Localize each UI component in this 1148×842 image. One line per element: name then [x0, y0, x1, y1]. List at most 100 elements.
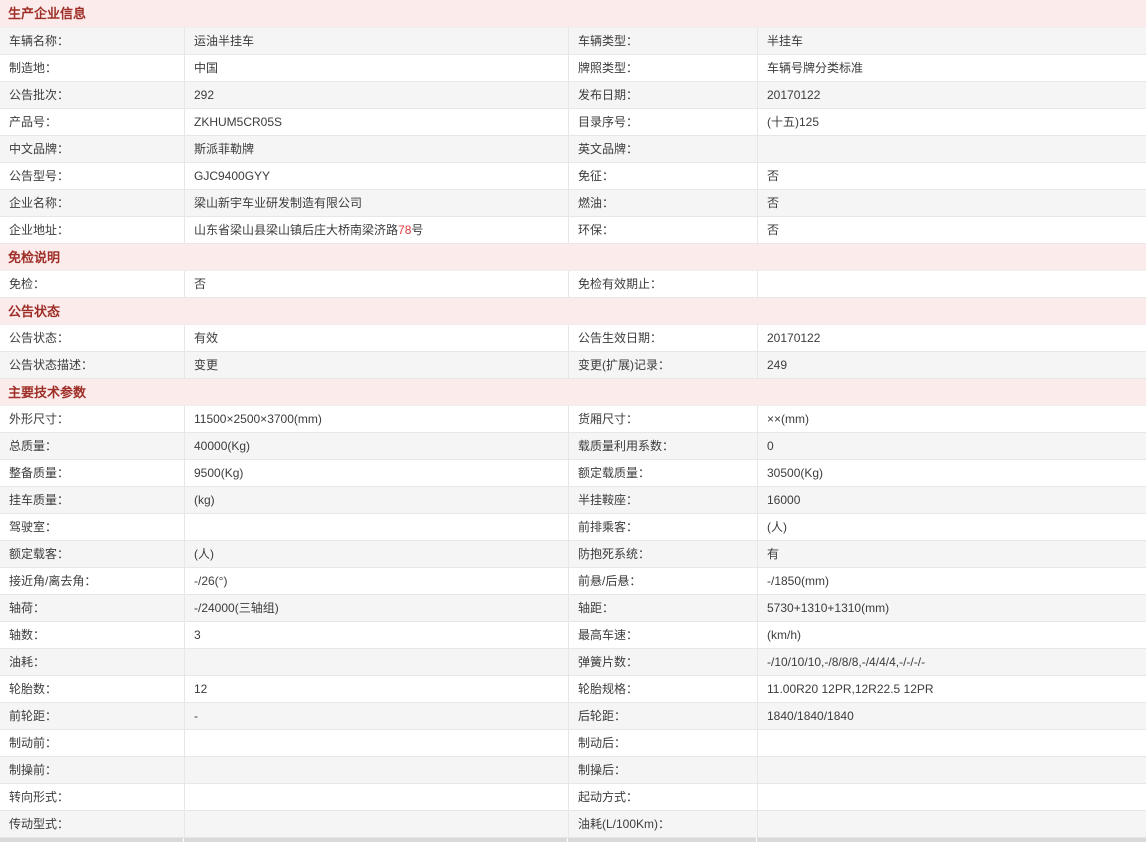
- field-label: 车辆类型：: [568, 28, 757, 54]
- field-label: 中文品牌：: [0, 136, 184, 162]
- table-row: 驾驶室： 前排乘客：(人): [0, 514, 1146, 541]
- field-value: 16000: [757, 487, 1146, 513]
- section-header: 主要技术参数: [0, 379, 1146, 406]
- table-row: 整备质量：9500(Kg)额定载质量：30500(Kg): [0, 460, 1146, 487]
- field-label: 总质量：: [0, 433, 184, 459]
- table-row: 额定载客：(人)防抱死系统：有: [0, 541, 1146, 568]
- field-label: 免检：: [0, 271, 184, 297]
- field-value: 半挂车: [757, 28, 1146, 54]
- field-label: 弹簧片数：: [568, 649, 757, 675]
- field-label: 轴荷：: [0, 595, 184, 621]
- table-row: 制操前： 制操后：: [0, 757, 1146, 784]
- address-text: 山东省梁山县梁山镇后庄大桥南梁济路: [194, 223, 398, 237]
- field-value: (km/h): [757, 622, 1146, 648]
- field-label: 载质量利用系数：: [568, 433, 757, 459]
- table-row: 转向形式： 起动方式：: [0, 784, 1146, 811]
- section-header: 公告状态: [0, 298, 1146, 325]
- field-label: 前排乘客：: [568, 514, 757, 540]
- field-label: 公告批次：: [0, 82, 184, 108]
- field-label: 公告状态描述：: [0, 352, 184, 378]
- field-label: 轮胎数：: [0, 676, 184, 702]
- field-value: 变更: [184, 352, 568, 378]
- cutoff-next-row: [0, 838, 1146, 842]
- field-label: 传动型式：: [0, 811, 184, 837]
- field-label: 免征：: [568, 163, 757, 189]
- field-value: -/10/10/10,-/8/8/8,-/4/4/4,-/-/-/-: [757, 649, 1146, 675]
- field-label: 最高车速：: [568, 622, 757, 648]
- field-label: 轮胎规格：: [568, 676, 757, 702]
- table-row: 公告状态：有效公告生效日期：20170122: [0, 325, 1146, 352]
- field-value: 30500(Kg): [757, 460, 1146, 486]
- field-value: -: [184, 703, 568, 729]
- field-label: 企业名称：: [0, 190, 184, 216]
- field-value: 292: [184, 82, 568, 108]
- field-value: [184, 649, 568, 675]
- field-value: 中国: [184, 55, 568, 81]
- field-label: 前轮距：: [0, 703, 184, 729]
- field-value: 0: [757, 433, 1146, 459]
- field-value: [757, 784, 1146, 810]
- table-row: 公告状态描述：变更变更(扩展)记录：249: [0, 352, 1146, 379]
- field-value: (十五)125: [757, 109, 1146, 135]
- table-row: 接近角/离去角：-/26(°)前悬/后悬：-/1850(mm): [0, 568, 1146, 595]
- field-value: 5730+1310+1310(mm): [757, 595, 1146, 621]
- field-label: 整备质量：: [0, 460, 184, 486]
- field-value: 12: [184, 676, 568, 702]
- table-row: 轴数：3最高车速：(km/h): [0, 622, 1146, 649]
- field-label: 免检有效期止：: [568, 271, 757, 297]
- table-row: 轮胎数：12轮胎规格：11.00R20 12PR,12R22.5 12PR: [0, 676, 1146, 703]
- field-value: GJC9400GYY: [184, 163, 568, 189]
- field-label: 燃油：: [568, 190, 757, 216]
- field-label: 发布日期：: [568, 82, 757, 108]
- field-label: 制动前：: [0, 730, 184, 756]
- field-value: 11500×2500×3700(mm): [184, 406, 568, 432]
- field-value: 20170122: [757, 325, 1146, 351]
- field-label: 制操前：: [0, 757, 184, 783]
- address-text: 号: [411, 223, 423, 237]
- table-row: 企业地址：山东省梁山县梁山镇后庄大桥南梁济路78号环保：否: [0, 217, 1146, 244]
- field-label: 额定载质量：: [568, 460, 757, 486]
- table-row: 中文品牌：斯派菲勒牌英文品牌：: [0, 136, 1146, 163]
- field-value: 40000(Kg): [184, 433, 568, 459]
- field-label: 防抱死系统：: [568, 541, 757, 567]
- field-label: 轴数：: [0, 622, 184, 648]
- field-label: 半挂鞍座：: [568, 487, 757, 513]
- field-label: 制操后：: [568, 757, 757, 783]
- table-row: 轴荷：-/24000(三轴组)轴距：5730+1310+1310(mm): [0, 595, 1146, 622]
- field-label: 转向形式：: [0, 784, 184, 810]
- field-label: 起动方式：: [568, 784, 757, 810]
- field-label: 油耗：: [0, 649, 184, 675]
- field-value: [757, 271, 1146, 297]
- field-label: 英文品牌：: [568, 136, 757, 162]
- field-value: ZKHUM5CR05S: [184, 109, 568, 135]
- table-row: 传动型式： 油耗(L/100Km)：: [0, 811, 1146, 838]
- field-value: [757, 757, 1146, 783]
- field-label: 外形尺寸：: [0, 406, 184, 432]
- field-label: 公告型号：: [0, 163, 184, 189]
- table-row: 外形尺寸：11500×2500×3700(mm)货厢尺寸：××(mm): [0, 406, 1146, 433]
- field-label: 货厢尺寸：: [568, 406, 757, 432]
- field-value: ××(mm): [757, 406, 1146, 432]
- field-value: 否: [757, 190, 1146, 216]
- field-value: 车辆号牌分类标准: [757, 55, 1146, 81]
- field-label: 制造地：: [0, 55, 184, 81]
- field-value: 山东省梁山县梁山镇后庄大桥南梁济路78号: [184, 217, 568, 243]
- field-value: 运油半挂车: [184, 28, 568, 54]
- field-value: 梁山新宇车业研发制造有限公司: [184, 190, 568, 216]
- field-label: 产品号：: [0, 109, 184, 135]
- field-label: 油耗(L/100Km)：: [568, 811, 757, 837]
- field-value: (人): [757, 514, 1146, 540]
- table-row: 产品号：ZKHUM5CR05S目录序号：(十五)125: [0, 109, 1146, 136]
- field-value: 有效: [184, 325, 568, 351]
- field-value: -/1850(mm): [757, 568, 1146, 594]
- field-value: (人): [184, 541, 568, 567]
- field-value: 否: [184, 271, 568, 297]
- table-row: 公告型号：GJC9400GYY免征：否: [0, 163, 1146, 190]
- field-value: 11.00R20 12PR,12R22.5 12PR: [757, 676, 1146, 702]
- field-label: 额定载客：: [0, 541, 184, 567]
- field-value: 否: [757, 163, 1146, 189]
- table-row: 企业名称：梁山新宇车业研发制造有限公司燃油：否: [0, 190, 1146, 217]
- field-label: 驾驶室：: [0, 514, 184, 540]
- table-row: 免检：否免检有效期止：: [0, 271, 1146, 298]
- field-value: [757, 136, 1146, 162]
